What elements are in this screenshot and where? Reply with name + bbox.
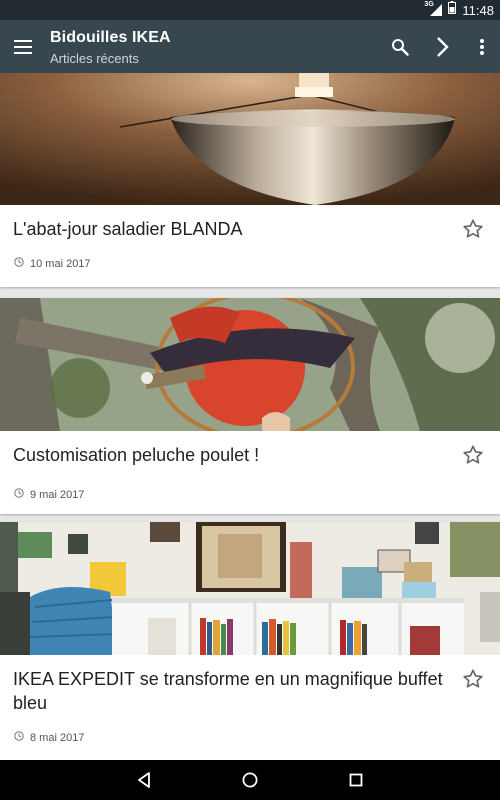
article-feed[interactable]: L'abat-jour saladier BLANDA 10 mai 2017: [0, 73, 500, 760]
article-date: 10 mai 2017: [14, 257, 91, 270]
app-subtitle: Articles récents: [50, 51, 139, 66]
article-card[interactable]: IKEA EXPEDIT se transforme en un magnifi…: [0, 522, 500, 760]
battery-icon: [448, 1, 457, 19]
article-date: 8 mai 2017: [14, 731, 84, 744]
more-vert-icon[interactable]: [462, 20, 500, 73]
article-card[interactable]: Customisation peluche poulet ! 9 mai 201…: [0, 298, 500, 514]
status-bar: 3G 11:48: [0, 0, 500, 20]
article-image-living-room[interactable]: [0, 522, 500, 655]
chevron-right-icon[interactable]: [423, 20, 463, 73]
recents-icon[interactable]: [336, 760, 376, 800]
star-icon[interactable]: [462, 444, 484, 466]
star-icon[interactable]: [462, 668, 484, 690]
article-title[interactable]: L'abat-jour saladier BLANDA: [13, 217, 450, 241]
network-type: 3G: [424, 1, 434, 8]
clock-icon: [14, 731, 24, 744]
star-icon[interactable]: [462, 218, 484, 240]
system-nav-bar: [0, 760, 500, 800]
status-icons: 3G 11:48: [424, 1, 494, 19]
menu-icon[interactable]: [3, 20, 43, 73]
home-icon[interactable]: [230, 760, 270, 800]
status-time: 11:48: [462, 2, 494, 18]
article-date-text: 9 mai 2017: [30, 488, 85, 501]
article-title[interactable]: IKEA EXPEDIT se transforme en un magnifi…: [13, 667, 450, 715]
article-title[interactable]: Customisation peluche poulet !: [13, 443, 450, 467]
app-bar: Bidouilles IKEA Articles récents: [0, 20, 500, 73]
article-date-text: 8 mai 2017: [30, 731, 85, 744]
search-icon[interactable]: [380, 20, 420, 73]
article-image-lamp[interactable]: [0, 73, 500, 205]
article-image-chicken[interactable]: [0, 298, 500, 431]
article-date-text: 10 mai 2017: [30, 257, 91, 270]
clock-icon: [14, 488, 24, 501]
article-card[interactable]: L'abat-jour saladier BLANDA 10 mai 2017: [0, 73, 500, 287]
back-icon[interactable]: [124, 760, 164, 800]
app-title: Bidouilles IKEA: [50, 29, 171, 46]
article-date: 9 mai 2017: [14, 488, 84, 501]
clock-icon: [14, 257, 24, 270]
signal-icon: 3G: [424, 1, 443, 16]
